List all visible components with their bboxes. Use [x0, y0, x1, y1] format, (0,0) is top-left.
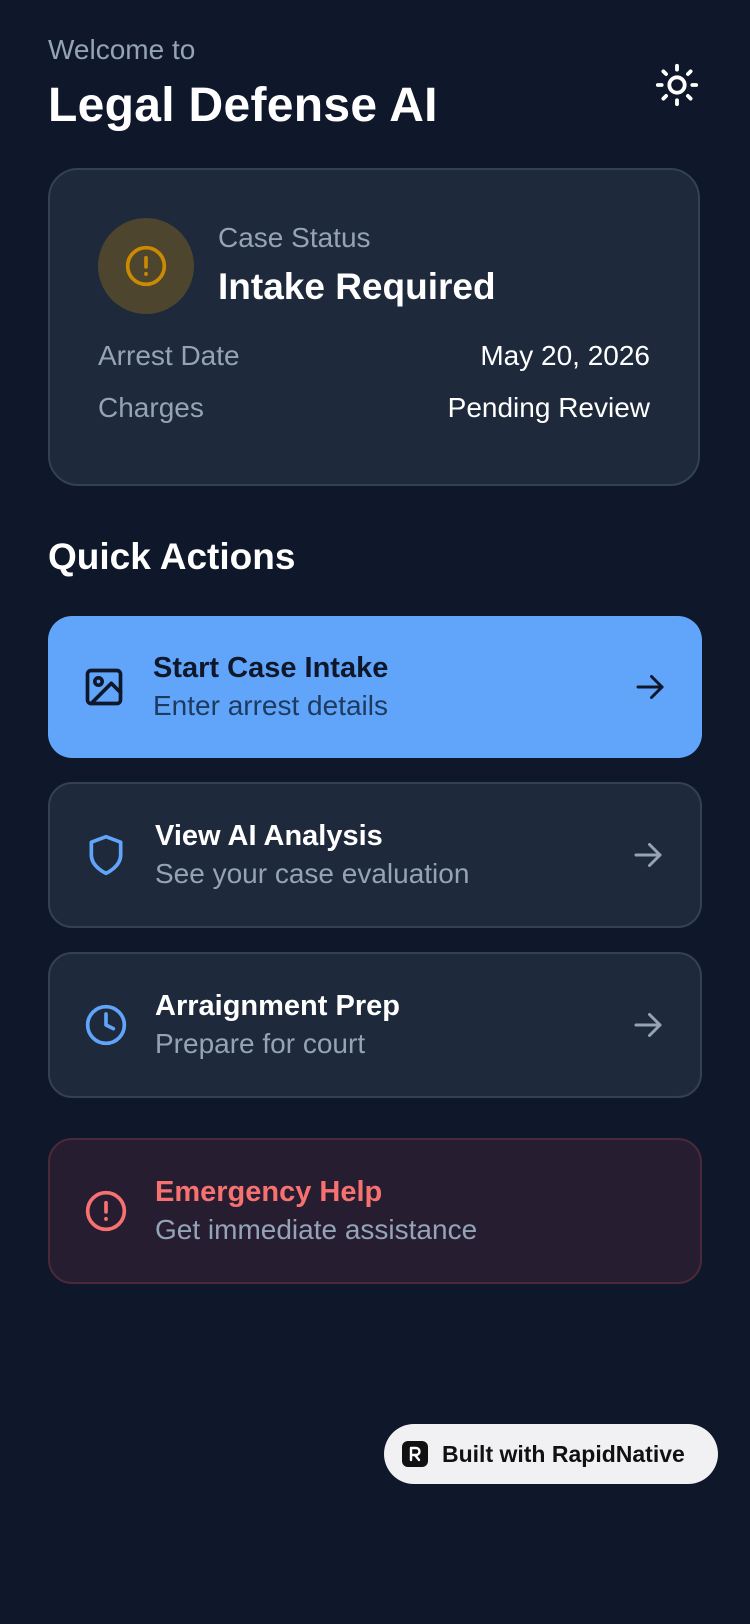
arrow-right-icon	[634, 843, 662, 867]
action-title: Emergency Help	[155, 1176, 383, 1208]
action-subtitle: See your case evaluation	[155, 858, 470, 889]
action-subtitle: Prepare for court	[155, 1028, 366, 1059]
action-title: Start Case Intake	[153, 652, 389, 684]
arrest-date-value: May 20, 2026	[480, 340, 650, 371]
status-icon-badge	[98, 218, 194, 314]
action-title: Arraignment Prep	[155, 990, 400, 1022]
arraignment-prep-button[interactable]: Arraignment Prep Prepare for court	[48, 952, 702, 1098]
action-subtitle: Enter arrest details	[153, 690, 388, 721]
alert-circle-icon	[125, 245, 167, 287]
case-status-card: Case Status Intake Required Arrest Date …	[48, 168, 700, 486]
built-with-rapidnative-badge[interactable]: Built with RapidNative	[384, 1424, 718, 1484]
case-status-label: Case Status	[218, 222, 371, 253]
clock-icon	[85, 1004, 127, 1046]
action-subtitle: Get immediate assistance	[155, 1214, 478, 1245]
badge-text: Built with RapidNative	[442, 1440, 685, 1467]
emergency-help-button[interactable]: Emergency Help Get immediate assistance	[48, 1138, 702, 1284]
view-ai-analysis-button[interactable]: View AI Analysis See your case evaluatio…	[48, 782, 702, 928]
shield-icon	[89, 834, 123, 876]
sun-icon	[655, 63, 699, 107]
rapidnative-logo-icon	[402, 1441, 428, 1467]
charges-value: Pending Review	[447, 392, 650, 423]
arrow-right-icon	[634, 1013, 662, 1037]
start-case-intake-button[interactable]: Start Case Intake Enter arrest details	[48, 616, 702, 758]
theme-toggle-button[interactable]	[652, 60, 702, 110]
charges-label: Charges	[98, 392, 204, 423]
case-status-value: Intake Required	[218, 266, 496, 307]
action-title: View AI Analysis	[155, 820, 383, 852]
arrow-right-icon	[636, 675, 664, 699]
welcome-text: Welcome to	[48, 34, 196, 65]
alert-circle-icon	[85, 1190, 127, 1232]
arrest-date-label: Arrest Date	[98, 340, 240, 371]
app-title: Legal Defense AI	[48, 79, 438, 132]
image-icon	[85, 668, 123, 706]
quick-actions-title: Quick Actions	[48, 536, 296, 577]
